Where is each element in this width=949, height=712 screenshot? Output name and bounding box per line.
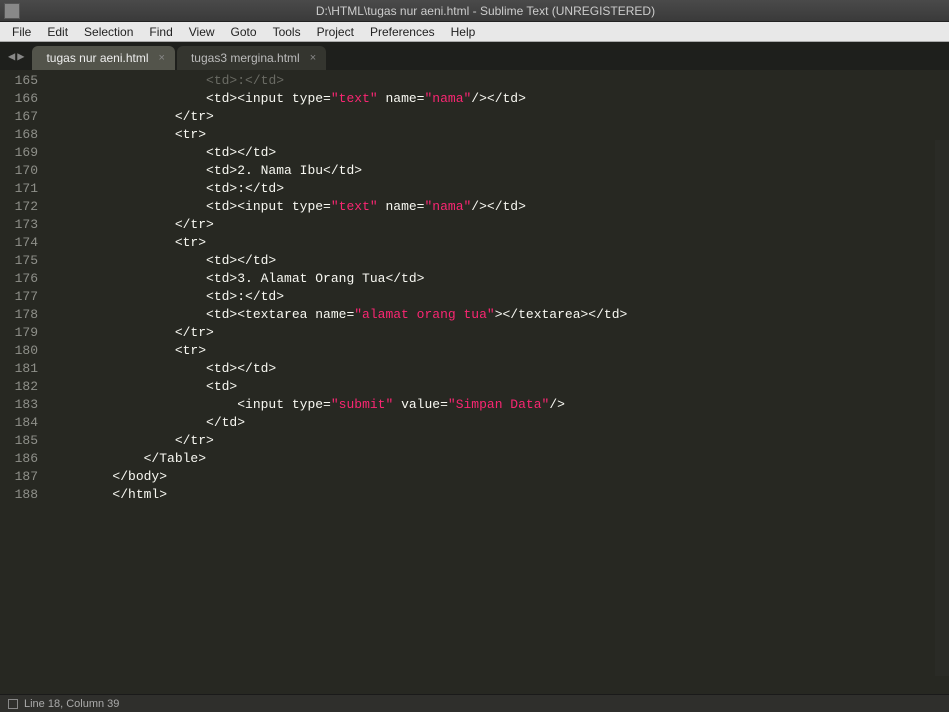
line-number: 166	[0, 90, 38, 108]
line-number: 175	[0, 252, 38, 270]
menubar: File Edit Selection Find View Goto Tools…	[0, 22, 949, 42]
tab-inactive[interactable]: tugas3 mergina.html ×	[177, 46, 326, 70]
line-number: 181	[0, 360, 38, 378]
line-number: 170	[0, 162, 38, 180]
editor-area[interactable]: 1651661671681691701711721731741751761771…	[0, 70, 949, 694]
menu-goto[interactable]: Goto	[223, 23, 265, 41]
code-line[interactable]: <td>	[50, 378, 949, 396]
line-number: 186	[0, 450, 38, 468]
menu-preferences[interactable]: Preferences	[362, 23, 443, 41]
code-line[interactable]: <td>3. Alamat Orang Tua</td>	[50, 270, 949, 288]
line-number: 187	[0, 468, 38, 486]
tab-label: tugas nur aeni.html	[46, 51, 148, 65]
status-text: Line 18, Column 39	[24, 698, 119, 710]
line-number: 173	[0, 216, 38, 234]
code-line[interactable]: <td>2. Nama Ibu</td>	[50, 162, 949, 180]
code-line[interactable]: <td><input type="text" name="nama"/></td…	[50, 90, 949, 108]
code-line[interactable]: <tr>	[50, 126, 949, 144]
code-line[interactable]: </tr>	[50, 432, 949, 450]
line-number: 172	[0, 198, 38, 216]
arrow-left-icon[interactable]: ◀	[8, 49, 15, 64]
code-line[interactable]: <td></td>	[50, 144, 949, 162]
code-line[interactable]: <td>:</td>	[50, 180, 949, 198]
line-number: 184	[0, 414, 38, 432]
line-number: 168	[0, 126, 38, 144]
window-title: D:\HTML\tugas nur aeni.html - Sublime Te…	[26, 4, 945, 18]
code-content[interactable]: <td>:</td> <td><input type="text" name="…	[46, 70, 949, 694]
line-number: 179	[0, 324, 38, 342]
arrow-right-icon[interactable]: ▶	[17, 49, 24, 64]
code-line[interactable]: <td></td>	[50, 360, 949, 378]
line-number: 171	[0, 180, 38, 198]
line-number: 185	[0, 432, 38, 450]
code-line[interactable]: <td></td>	[50, 252, 949, 270]
tabbar: ◀ ▶ tugas nur aeni.html × tugas3 mergina…	[0, 42, 949, 70]
menu-selection[interactable]: Selection	[76, 23, 141, 41]
code-line[interactable]: </tr>	[50, 108, 949, 126]
close-icon[interactable]: ×	[159, 52, 165, 64]
code-line[interactable]: </tr>	[50, 324, 949, 342]
status-indicator-icon[interactable]	[8, 699, 18, 709]
tab-active[interactable]: tugas nur aeni.html ×	[32, 46, 175, 70]
line-number: 177	[0, 288, 38, 306]
code-line[interactable]: <tr>	[50, 234, 949, 252]
line-number: 167	[0, 108, 38, 126]
close-icon[interactable]: ×	[310, 52, 316, 64]
line-number: 178	[0, 306, 38, 324]
code-line[interactable]: </Table>	[50, 450, 949, 468]
menu-tools[interactable]: Tools	[265, 23, 309, 41]
statusbar: Line 18, Column 39	[0, 694, 949, 712]
menu-project[interactable]: Project	[309, 23, 362, 41]
line-number: 169	[0, 144, 38, 162]
code-line[interactable]: </body>	[50, 468, 949, 486]
code-line[interactable]: <td><textarea name="alamat orang tua"></…	[50, 306, 949, 324]
code-line[interactable]: <td>:</td>	[50, 72, 949, 90]
menu-find[interactable]: Find	[141, 23, 180, 41]
code-line[interactable]: <tr>	[50, 342, 949, 360]
code-line[interactable]: <input type="submit" value="Simpan Data"…	[50, 396, 949, 414]
line-number: 165	[0, 72, 38, 90]
code-line[interactable]: </td>	[50, 414, 949, 432]
titlebar: D:\HTML\tugas nur aeni.html - Sublime Te…	[0, 0, 949, 22]
menu-help[interactable]: Help	[443, 23, 484, 41]
line-number: 182	[0, 378, 38, 396]
code-line[interactable]: </tr>	[50, 216, 949, 234]
tab-nav-arrows[interactable]: ◀ ▶	[4, 49, 32, 70]
line-number: 174	[0, 234, 38, 252]
app-icon	[4, 3, 20, 19]
tab-label: tugas3 mergina.html	[191, 51, 300, 65]
code-line[interactable]: </html>	[50, 486, 949, 504]
line-number: 176	[0, 270, 38, 288]
menu-view[interactable]: View	[181, 23, 223, 41]
menu-edit[interactable]: Edit	[39, 23, 76, 41]
code-line[interactable]: <td><input type="text" name="nama"/></td…	[50, 198, 949, 216]
line-number: 183	[0, 396, 38, 414]
line-number: 188	[0, 486, 38, 504]
line-number: 180	[0, 342, 38, 360]
code-line[interactable]: <td>:</td>	[50, 288, 949, 306]
menu-file[interactable]: File	[4, 23, 39, 41]
vertical-scrollbar[interactable]	[935, 140, 949, 676]
line-number-gutter: 1651661671681691701711721731741751761771…	[0, 70, 46, 694]
